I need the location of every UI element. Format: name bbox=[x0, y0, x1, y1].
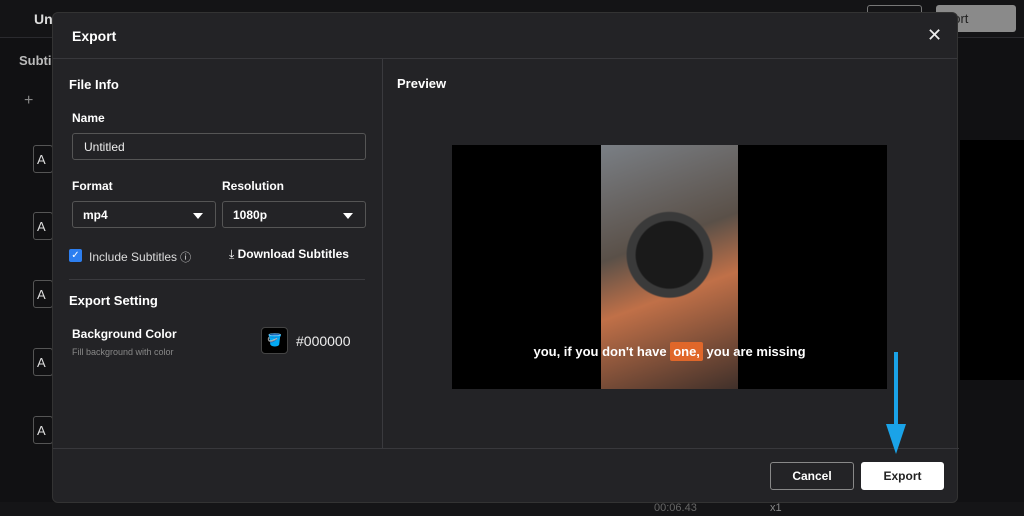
export-button[interactable]: Export bbox=[861, 462, 944, 490]
dialog-header: Export ✕ bbox=[53, 13, 957, 59]
include-subtitles-text: Include Subtitles bbox=[89, 250, 178, 264]
caret-down-icon bbox=[343, 213, 353, 219]
format-select[interactable]: mp4 bbox=[72, 201, 216, 228]
caret-down-icon bbox=[193, 213, 203, 219]
subtitle-card[interactable]: A bbox=[33, 280, 53, 308]
annotation-arrow-icon bbox=[886, 352, 906, 454]
speed-control[interactable]: x1 bbox=[770, 502, 782, 514]
subtitle-card[interactable]: A bbox=[33, 416, 53, 444]
download-icon: ⤓ bbox=[229, 247, 238, 261]
info-icon[interactable]: ⓘ bbox=[177, 252, 191, 264]
resolution-label: Resolution bbox=[222, 179, 284, 193]
background-color-value[interactable]: #000000 bbox=[296, 333, 351, 349]
video-preview: you, if you don't have one, you are miss… bbox=[452, 145, 887, 389]
background-color-label: Background Color bbox=[72, 327, 177, 341]
format-label: Format bbox=[72, 179, 113, 193]
format-value: mp4 bbox=[83, 208, 108, 222]
subtitle-card[interactable]: A bbox=[33, 212, 53, 240]
include-subtitles-label: Include Subtitles ⓘ bbox=[89, 249, 191, 265]
preview-heading: Preview bbox=[397, 76, 447, 91]
playback-time: 00:06.43 bbox=[654, 502, 697, 514]
subtitle-text: you, if you don't have bbox=[533, 344, 671, 359]
export-dialog: Export ✕ File Info Name Untitled Format … bbox=[52, 12, 959, 503]
download-subtitles-button[interactable]: ⤓ Download Subtitles bbox=[229, 247, 349, 262]
export-setting-heading: Export Setting bbox=[69, 293, 158, 308]
dialog-title: Export bbox=[72, 28, 117, 44]
divider bbox=[69, 279, 365, 280]
include-subtitles-checkbox[interactable]: ✓ bbox=[69, 249, 82, 262]
project-title[interactable]: Un bbox=[34, 11, 53, 27]
name-label: Name bbox=[72, 111, 105, 125]
resolution-select[interactable]: 1080p bbox=[222, 201, 366, 228]
file-info-heading: File Info bbox=[69, 77, 119, 92]
add-icon[interactable]: + bbox=[24, 92, 33, 110]
playback-bar: 00:06.43 x1 bbox=[0, 502, 1024, 516]
resolution-value: 1080p bbox=[233, 208, 268, 222]
background-color-hint: Fill background with color bbox=[72, 347, 174, 357]
canvas-area bbox=[960, 140, 1024, 380]
subtitle-card[interactable]: A bbox=[33, 145, 53, 173]
name-input[interactable]: Untitled bbox=[72, 133, 366, 160]
subtitle-text: you are missing bbox=[702, 344, 806, 359]
file-info-panel: File Info Name Untitled Format Resolutio… bbox=[53, 59, 383, 449]
close-icon[interactable]: ✕ bbox=[927, 25, 942, 46]
subtitle-card[interactable]: A bbox=[33, 348, 53, 376]
download-subtitles-text: Download Subtitles bbox=[237, 247, 349, 261]
color-picker-button[interactable]: 🪣 bbox=[261, 327, 288, 354]
subtitles-panel-title: Subti bbox=[19, 53, 52, 68]
cancel-button[interactable]: Cancel bbox=[770, 462, 854, 490]
paint-bucket-icon: 🪣 bbox=[267, 333, 282, 347]
subtitle-overlay: you, if you don't have one, you are miss… bbox=[452, 342, 887, 361]
subtitle-highlight: one, bbox=[670, 342, 703, 361]
dialog-footer bbox=[53, 448, 959, 449]
